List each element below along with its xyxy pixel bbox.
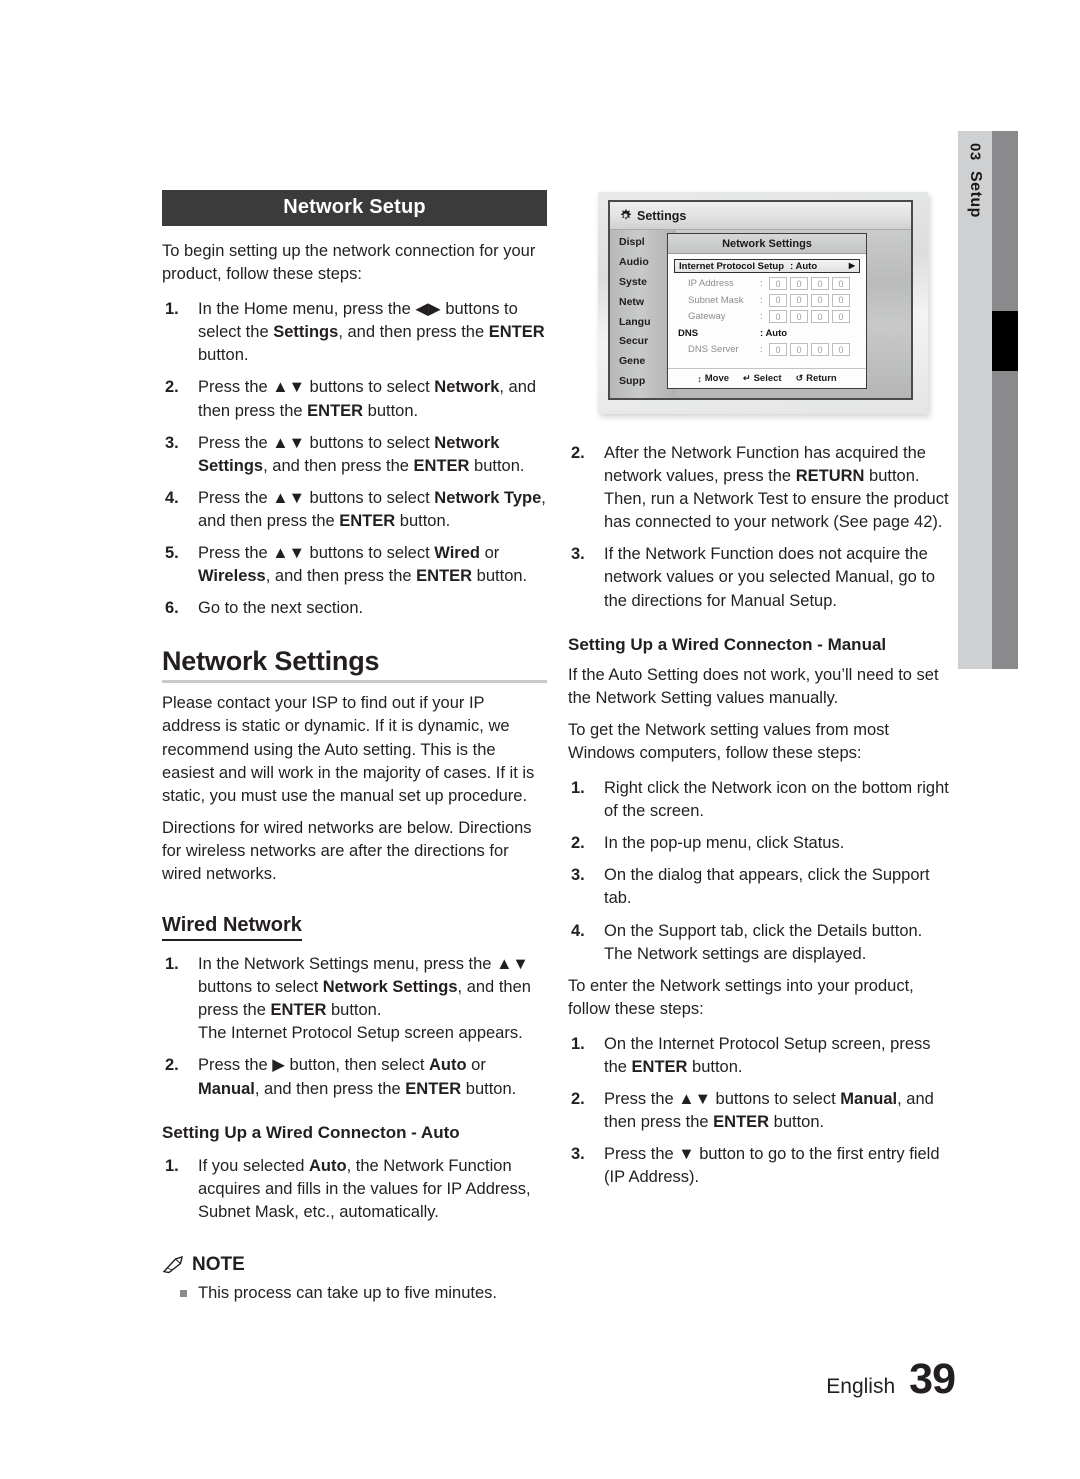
- manual-page: 03 Setup Network Setup To begin setting …: [0, 0, 1080, 1479]
- step-text: In the pop-up menu, click Status.: [604, 834, 845, 853]
- step-text: Go to the next section.: [198, 599, 364, 618]
- step-text: In the Network Settings menu, press the …: [198, 955, 531, 1043]
- manual-paragraph-1: If the Auto Setting does not work, you’l…: [568, 665, 939, 707]
- chapter-tab: 03 Setup: [958, 131, 992, 669]
- note-list: This process can take up to five minutes…: [162, 1282, 547, 1305]
- wired-network-heading: Wired Network: [162, 914, 302, 942]
- step-item: 6. Go to the next section.: [162, 597, 547, 620]
- section-header-network-setup: Network Setup: [162, 190, 547, 226]
- step-item: 1. Right click the Network icon on the bo…: [568, 777, 954, 823]
- step-text: On the dialog that appears, click the Su…: [604, 866, 930, 908]
- enter-settings-paragraph: To enter the Network settings into your …: [568, 976, 914, 1018]
- step-text: After the Network Function has acquired …: [604, 444, 949, 532]
- auto-steps-list: 1. If you selected Auto, the Network Func…: [162, 1155, 547, 1224]
- right-column: 2. After the Network Function has acquire…: [568, 190, 954, 1198]
- chapter-tab-bar-top: [992, 131, 1018, 311]
- step-number: 2.: [571, 1090, 585, 1109]
- step-item: 3. If the Network Function does not acqui…: [568, 543, 954, 612]
- step-item: 3. On the dialog that appears, click the …: [568, 864, 954, 910]
- chapter-tab-bar-bottom: [992, 371, 1018, 669]
- step-number: 3.: [571, 1145, 585, 1164]
- note-heading: NOTE: [162, 1254, 547, 1276]
- step-item: 1. On the Internet Protocol Setup screen,…: [568, 1033, 954, 1079]
- step-number: 2.: [165, 378, 179, 397]
- step-text: In the Home menu, press the ◀▶ buttons t…: [198, 300, 545, 365]
- step-item: 4. On the Support tab, click the Details …: [568, 920, 954, 966]
- intro-paragraph: To begin setting up the network connecti…: [162, 242, 536, 284]
- step-item: 2. Press the ▲▼ buttons to select Manual,…: [568, 1088, 954, 1134]
- manual-paragraph-2: To get the Network setting values from m…: [568, 720, 889, 762]
- network-settings-paragraph-1: Please contact your ISP to find out if y…: [162, 694, 535, 805]
- step-number: 3.: [571, 545, 585, 564]
- note-item: This process can take up to five minutes…: [162, 1282, 547, 1305]
- manual-setup-heading: Setting Up a Wired Connecton - Manual: [568, 634, 887, 654]
- step-number: 2.: [571, 834, 585, 853]
- windows-steps-list: 1. Right click the Network icon on the bo…: [568, 777, 954, 966]
- step-item: 5. Press the ▲▼ buttons to select Wired o…: [162, 542, 547, 588]
- setup-steps-list: 1. In the Home menu, press the ◀▶ buttons…: [162, 298, 547, 620]
- step-item: 2. In the pop-up menu, click Status.: [568, 832, 954, 855]
- step-number: 5.: [165, 544, 179, 563]
- network-settings-paragraph-2: Directions for wired networks are below.…: [162, 818, 532, 883]
- pencil-icon: [162, 1255, 186, 1274]
- step-text: If the Network Function does not acquire…: [604, 545, 936, 610]
- step-text: Press the ▲▼ buttons to select Network T…: [198, 488, 546, 530]
- chapter-number: 03: [966, 143, 984, 161]
- chapter-tab-bar-active: [992, 311, 1018, 371]
- step-item: 2. Press the ▲▼ buttons to select Network…: [162, 376, 547, 422]
- chapter-name: Setup: [967, 170, 984, 218]
- note-label: NOTE: [192, 1253, 245, 1275]
- step-number: 1.: [571, 1034, 585, 1053]
- step-item: 1. In the Network Settings menu, press th…: [162, 953, 547, 1045]
- step-number: 1.: [571, 779, 585, 798]
- figure-spacer: [568, 190, 954, 430]
- step-item: 1. If you selected Auto, the Network Func…: [162, 1155, 547, 1224]
- step-item: 2. After the Network Function has acquire…: [568, 442, 954, 534]
- step-number: 4.: [165, 488, 179, 507]
- step-number: 6.: [165, 599, 179, 618]
- step-number: 3.: [165, 433, 179, 452]
- network-settings-heading-group: Network Settings: [162, 646, 547, 684]
- step-text: Press the ▲▼ buttons to select Manual, a…: [604, 1090, 934, 1132]
- wired-network-heading-wrap: Wired Network: [162, 886, 547, 942]
- enter-steps-list: 1. On the Internet Protocol Setup screen,…: [568, 1033, 954, 1190]
- step-number: 4.: [571, 921, 585, 940]
- page-footer: English 39: [0, 1355, 956, 1404]
- wired-steps-list: 1. In the Network Settings menu, press th…: [162, 953, 547, 1101]
- step-text: Press the ▼ button to go to the first en…: [604, 1145, 940, 1187]
- step-text: Press the ▶ button, then select Auto or …: [198, 1056, 517, 1098]
- step-number: 1.: [165, 300, 179, 319]
- left-column: Network Setup To begin setting up the ne…: [162, 190, 547, 1305]
- step-text: Right click the Network icon on the bott…: [604, 779, 949, 821]
- step-number: 1.: [165, 1156, 179, 1175]
- step-text: Press the ▲▼ buttons to select Wired or …: [198, 544, 528, 586]
- note-block: NOTE This process can take up to five mi…: [162, 1254, 547, 1305]
- step-text: If you selected Auto, the Network Functi…: [198, 1156, 531, 1221]
- step-number: 1.: [165, 955, 179, 974]
- auto-steps-continued-list: 2. After the Network Function has acquire…: [568, 442, 954, 613]
- step-text: On the Internet Protocol Setup screen, p…: [604, 1034, 931, 1076]
- step-number: 2.: [571, 444, 585, 462]
- auto-setup-heading: Setting Up a Wired Connecton - Auto: [162, 1122, 460, 1142]
- step-item: 3. Press the ▼ button to go to the first …: [568, 1143, 954, 1189]
- footer-language: English: [826, 1375, 896, 1398]
- step-item: 3. Press the ▲▼ buttons to select Network…: [162, 432, 547, 478]
- step-text: On the Support tab, click the Details bu…: [604, 921, 923, 963]
- step-item: 2. Press the ▶ button, then select Auto o…: [162, 1054, 547, 1100]
- step-text: Press the ▲▼ buttons to select Network, …: [198, 378, 537, 420]
- step-number: 3.: [571, 866, 585, 885]
- step-text: Press the ▲▼ buttons to select Network S…: [198, 433, 525, 475]
- step-item: 1. In the Home menu, press the ◀▶ buttons…: [162, 298, 547, 367]
- network-settings-heading: Network Settings: [162, 646, 380, 677]
- step-number: 2.: [165, 1056, 179, 1075]
- step-item: 4. Press the ▲▼ buttons to select Network…: [162, 487, 547, 533]
- footer-page-number: 39: [909, 1355, 956, 1403]
